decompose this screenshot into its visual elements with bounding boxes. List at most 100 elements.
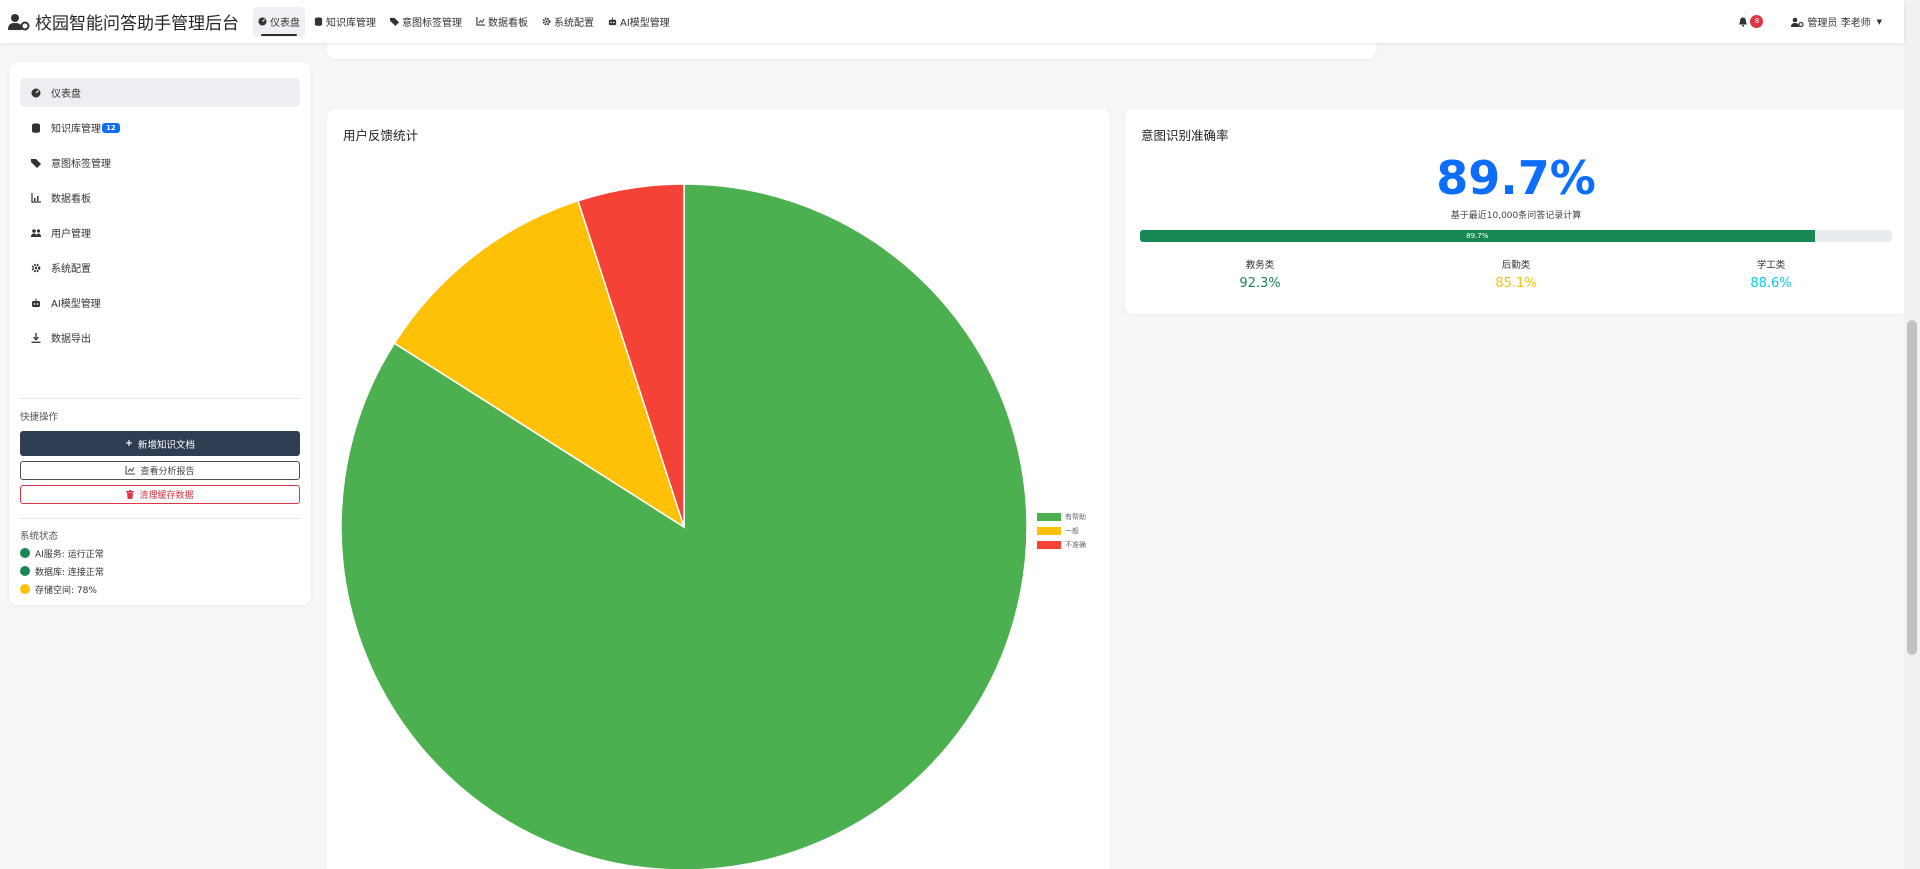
legend-swatch [1037,527,1061,535]
pie-legend: 有帮助 一般 不准确 [1037,510,1086,552]
scrollbar-thumb[interactable] [1907,320,1917,655]
sidebar-item-label: 仪表盘 [51,89,81,100]
page-scrollbar[interactable] [1904,0,1920,869]
nav-system-config[interactable]: 系统配置 [537,7,599,37]
sidebar-item-data-board[interactable]: 数据看板 [20,183,300,212]
nav-data-board[interactable]: 数据看板 [471,7,533,37]
sidebar-item-intent-tags[interactable]: 意图标签管理 [20,148,300,177]
sidebar-item-dashboard[interactable]: 仪表盘 [20,78,300,107]
legend-label: 一般 [1065,527,1079,535]
nav-system-config-label: 系统配置 [554,18,594,29]
stat-value: 88.6% [1750,276,1792,291]
sidebar-item-ai-models[interactable]: AI模型管理 [20,288,300,317]
add-document-label: 新增知识文档 [137,439,195,451]
clear-cache-button[interactable]: 清理缓存数据 [20,485,300,504]
status-label: 数据库: 连接正常 [35,567,104,578]
status-dot [20,566,30,576]
nav-intent-tags[interactable]: 意图标签管理 [385,7,467,37]
users-icon [31,228,41,237]
app-title: 校园智能问答助手管理后台 [35,14,239,34]
app-brand[interactable]: 校园智能问答助手管理后台 [8,9,239,34]
nav-dashboard[interactable]: 仪表盘 [253,6,305,37]
nav-ai-models[interactable]: AI模型管理 [603,7,675,37]
status-ai-service: AI服务: 运行正常 [20,544,300,562]
notifications-button[interactable]: 8 [1738,15,1764,28]
notification-badge: 8 [1750,15,1764,28]
intent-card-title: 意图识别准确率 [1141,128,1229,143]
status-label: 存储空间: 78% [35,585,97,596]
stat-academic: 教务类 92.3% [1185,257,1335,291]
sidebar-item-label: 用户管理 [51,229,91,240]
gauge-icon [31,88,41,97]
chart-icon [476,17,485,26]
sidebar-item-label: 数据看板 [51,194,91,205]
chevron-down-icon: ▼ [1876,17,1882,26]
robot-icon [32,298,40,307]
user-gear-icon [8,13,30,30]
download-icon [31,332,41,343]
accuracy-note: 基于最近10,000条问答记录计算 [1450,211,1582,221]
stat-label: 学工类 [1756,260,1786,271]
clear-cache-label: 清理缓存数据 [139,491,194,501]
trash-icon [126,490,135,499]
stat-value: 92.3% [1239,276,1281,291]
bell-icon [1739,17,1748,27]
nav-intent-tags-label: 意图标签管理 [402,18,462,29]
nav-data-board-label: 数据看板 [488,18,528,29]
status-storage: 存储空间: 78% [20,580,300,598]
user-menu-dropdown[interactable]: 管理员 李老师 ▼ [1791,14,1882,29]
chart-line-icon [125,466,136,475]
tags-icon [31,158,41,168]
stat-value: 85.1% [1495,276,1537,291]
legend-item[interactable]: 有帮助 [1037,510,1086,524]
feedback-stats-card: 用户反馈统计 有帮助一般不准确 [327,109,1110,869]
user-gear-icon [1791,17,1805,27]
view-report-label: 查看分析报告 [140,467,195,477]
stat-student-affairs: 学工类 88.6% [1696,257,1846,291]
sidebar-divider [20,398,300,399]
nav-knowledge-base-label: 知识库管理 [326,18,376,29]
sidebar-item-knowledge-base[interactable]: 知识库管理 12 [20,113,300,142]
sidebar-item-users[interactable]: 用户管理 [20,218,300,247]
sidebar-item-data-export[interactable]: 数据导出 [20,323,300,352]
legend-swatch [1037,513,1061,521]
sidebar: 仪表盘 知识库管理 12 意图标签管理 数据看板 用户管理 系统配置 AI模型管… [9,62,311,605]
nav-ai-models-label: AI模型管理 [620,18,670,29]
status-database: 数据库: 连接正常 [20,562,300,580]
intent-accuracy-card: 意图识别准确率 89.7% 基于最近10,000条问答记录计算 89.7% 教务… [1125,109,1907,314]
feedback-card-title: 用户反馈统计 [343,128,419,143]
sidebar-item-label: 意图标签管理 [51,159,111,170]
sidebar-item-label: 知识库管理 [51,124,101,135]
sidebar-item-label: 系统配置 [51,264,91,275]
chart-icon [31,192,41,203]
status-label: AI服务: 运行正常 [35,549,104,560]
database-icon [32,122,40,133]
stat-label: 教务类 [1245,260,1275,271]
accuracy-progress-bar: 89.7% [1140,230,1892,242]
knowledge-count-badge: 12 [102,122,120,133]
stat-label: 后勤类 [1501,260,1531,271]
gauge-icon [258,17,267,26]
view-report-button[interactable]: 查看分析报告 [20,461,300,480]
status-dot [20,548,30,558]
sidebar-item-system-config[interactable]: 系统配置 [20,253,300,282]
add-document-button[interactable]: + 新增知识文档 [20,431,300,456]
legend-label: 有帮助 [1065,513,1086,521]
legend-label: 不准确 [1065,541,1086,549]
quick-actions-title: 快捷操作 [20,412,59,423]
sidebar-divider [20,518,300,519]
legend-item[interactable]: 一般 [1037,524,1086,538]
plus-icon: + [125,438,133,449]
status-dot [20,584,30,594]
sidebar-item-label: AI模型管理 [51,299,101,310]
nav-dashboard-label: 仪表盘 [270,18,300,29]
database-icon [314,17,323,26]
user-label: 管理员 李老师 [1807,18,1871,29]
gear-icon [542,17,551,26]
legend-swatch [1037,541,1061,549]
nav-knowledge-base[interactable]: 知识库管理 [309,7,381,37]
legend-item[interactable]: 不准确 [1037,538,1086,552]
accuracy-progress-fill: 89.7% [1140,230,1815,242]
tags-icon [390,17,399,26]
gear-icon [31,263,41,272]
